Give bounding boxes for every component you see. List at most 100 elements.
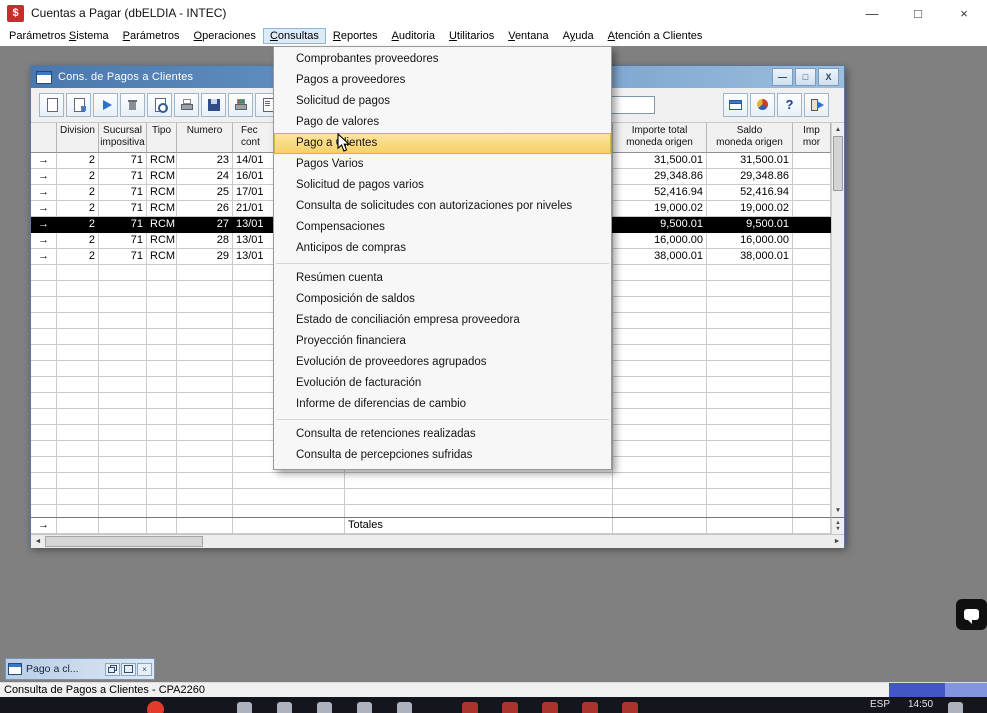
taskbar-icon-11[interactable] bbox=[948, 702, 963, 713]
child-window-controls: — □ X bbox=[772, 68, 839, 86]
taskbar-clock[interactable]: 14:50 bbox=[908, 699, 933, 710]
menuitem-consulta-de-solicitudes-con-autorizaciones-por-niveles[interactable]: Consulta de solicitudes con autorizacion… bbox=[274, 196, 611, 217]
menuitem-anticipos-de-compras[interactable]: Anticipos de compras bbox=[274, 238, 611, 259]
chat-overlay-icon[interactable] bbox=[956, 599, 987, 630]
scroll-up-icon[interactable] bbox=[832, 123, 844, 136]
child-minimize-icon[interactable]: — bbox=[772, 68, 793, 86]
menuitem-solicitud-de-pagos-varios[interactable]: Solicitud de pagos varios bbox=[274, 175, 611, 196]
column-header-saldo[interactable]: Saldomoneda origen bbox=[707, 123, 793, 153]
close-icon[interactable]: × bbox=[941, 0, 987, 26]
column-header-sucursal[interactable]: Sucursalimpositiva bbox=[99, 123, 147, 153]
exit-button[interactable] bbox=[804, 93, 829, 117]
menuitem-estado-de-conciliacion-empresa-proveedora[interactable]: Estado de conciliación empresa proveedor… bbox=[274, 310, 611, 331]
menuitem-comprobantes-proveedores[interactable]: Comprobantes proveedores bbox=[274, 49, 611, 70]
menu-ventana[interactable]: Ventana bbox=[501, 28, 555, 44]
menu-auditoria[interactable]: Auditoria bbox=[385, 28, 442, 44]
column-header-tipo[interactable]: Tipo bbox=[147, 123, 177, 153]
minimized-window[interactable]: Pago a cl... × bbox=[5, 658, 155, 680]
chart-button[interactable] bbox=[750, 93, 775, 117]
menuitem-evolucion-de-proveedores-agrupados[interactable]: Evolución de proveedores agrupados bbox=[274, 352, 611, 373]
cell-saldo bbox=[707, 425, 793, 441]
cell-ind bbox=[31, 329, 57, 345]
taskbar-icon-9[interactable] bbox=[582, 702, 598, 713]
taskbar-icon-1[interactable] bbox=[237, 702, 252, 713]
menu-ayuda[interactable]: Ayuda bbox=[556, 28, 601, 44]
menuitem-pagos-a-proveedores[interactable]: Pagos a proveedores bbox=[274, 70, 611, 91]
menu-utilitarios[interactable]: Utilitarios bbox=[442, 28, 501, 44]
taskbar-icon-10[interactable] bbox=[622, 702, 638, 713]
taskbar-icon-4[interactable] bbox=[357, 702, 372, 713]
print-button[interactable] bbox=[174, 93, 199, 117]
delete-button[interactable] bbox=[120, 93, 145, 117]
menuitem-consulta-de-retenciones-realizadas[interactable]: Consulta de retenciones realizadas bbox=[274, 424, 611, 445]
scroll-left-icon[interactable] bbox=[31, 535, 45, 548]
menu-reportes[interactable]: Reportes bbox=[326, 28, 385, 44]
menuitem-resumen-cuenta[interactable]: Resúmen cuenta bbox=[274, 268, 611, 289]
menuitem-pago-a-clientes[interactable]: Pago a Clientes bbox=[274, 133, 611, 154]
cell-division bbox=[57, 281, 99, 297]
taskbar-icon-2[interactable] bbox=[277, 702, 292, 713]
menuitem-informe-de-diferencias-de-cambio[interactable]: Informe de diferencias de cambio bbox=[274, 394, 611, 415]
menuitem-compensaciones[interactable]: Compensaciones bbox=[274, 217, 611, 238]
cell-importe bbox=[613, 441, 707, 457]
menuitem-solicitud-de-pagos[interactable]: Solicitud de pagos bbox=[274, 91, 611, 112]
spinner-down-icon[interactable] bbox=[835, 526, 840, 532]
taskbar-icon-5[interactable] bbox=[397, 702, 412, 713]
taskbar-icon-6[interactable] bbox=[462, 702, 478, 713]
cell-importe: 38,000.01 bbox=[613, 249, 707, 265]
grid-horizontal-scrollbar[interactable] bbox=[31, 534, 844, 548]
maximize-icon[interactable]: □ bbox=[895, 0, 941, 26]
column-header-importe[interactable]: Importe totalmoneda origen bbox=[613, 123, 707, 153]
cell-numero: 29 bbox=[177, 249, 233, 265]
taskbar-icon-7[interactable] bbox=[502, 702, 518, 713]
child-close-icon[interactable]: X bbox=[818, 68, 839, 86]
vertical-scroll-thumb[interactable] bbox=[833, 136, 843, 191]
menuitem-pago-de-valores[interactable]: Pago de valores bbox=[274, 112, 611, 133]
save-button[interactable] bbox=[201, 93, 226, 117]
menuitem-pagos-varios[interactable]: Pagos Varios bbox=[274, 154, 611, 175]
scroll-right-icon[interactable] bbox=[830, 535, 844, 548]
menu-parametros-sistema[interactable]: Parámetros Sistema bbox=[2, 28, 116, 44]
grid-empty-row bbox=[31, 473, 831, 489]
new-doc-button[interactable] bbox=[39, 93, 64, 117]
print-color-button[interactable] bbox=[228, 93, 253, 117]
column-header-numero[interactable]: Numero bbox=[177, 123, 233, 153]
child-maximize-icon[interactable]: □ bbox=[795, 68, 816, 86]
totals-spinner[interactable] bbox=[831, 517, 844, 534]
cell-tipo bbox=[147, 281, 177, 297]
scroll-down-icon[interactable] bbox=[832, 504, 844, 517]
menuitem-consulta-de-percepciones-sufridas[interactable]: Consulta de percepciones sufridas bbox=[274, 445, 611, 466]
mini-restore-icon[interactable] bbox=[105, 663, 120, 676]
cell-sucursal bbox=[99, 489, 147, 505]
table-view-button[interactable] bbox=[723, 93, 748, 117]
menuitem-composicion-de-saldos[interactable]: Composición de saldos bbox=[274, 289, 611, 310]
taskbar-icon-3[interactable] bbox=[317, 702, 332, 713]
menuitem-proyeccion-financiera[interactable]: Proyección financiera bbox=[274, 331, 611, 352]
open-doc-button[interactable] bbox=[66, 93, 91, 117]
menu-atencion-a-clientes[interactable]: Atención a Clientes bbox=[601, 28, 710, 44]
taskbar: ESP 14:50 bbox=[0, 697, 987, 713]
grid-vertical-scrollbar[interactable] bbox=[831, 123, 844, 517]
run-button[interactable] bbox=[93, 93, 118, 117]
mini-close-icon[interactable]: × bbox=[137, 663, 152, 676]
app-icon: $ bbox=[7, 5, 24, 22]
cell-tipo bbox=[147, 441, 177, 457]
taskbar-icon-8[interactable] bbox=[542, 702, 558, 713]
horizontal-scroll-thumb[interactable] bbox=[45, 536, 203, 547]
preview-button[interactable] bbox=[147, 93, 172, 117]
mini-maximize-icon[interactable] bbox=[121, 663, 136, 676]
column-header-ind[interactable] bbox=[31, 123, 57, 153]
consultas-dropdown: Comprobantes proveedoresPagos a proveedo… bbox=[273, 46, 612, 470]
menu-operaciones[interactable]: Operaciones bbox=[187, 28, 263, 44]
cell-numero bbox=[177, 393, 233, 409]
cell-imp2 bbox=[793, 457, 831, 473]
column-header-imp2[interactable]: Impmor bbox=[793, 123, 831, 153]
menu-consultas[interactable]: Consultas bbox=[263, 28, 326, 44]
taskbar-language[interactable]: ESP bbox=[870, 699, 890, 710]
taskbar-icon-start[interactable] bbox=[147, 701, 164, 713]
help-button[interactable] bbox=[777, 93, 802, 117]
menu-parametros[interactable]: Parámetros bbox=[116, 28, 187, 44]
column-header-division[interactable]: Division bbox=[57, 123, 99, 153]
minimize-icon[interactable]: — bbox=[849, 0, 895, 26]
menuitem-evolucion-de-facturacion[interactable]: Evolución de facturación bbox=[274, 373, 611, 394]
